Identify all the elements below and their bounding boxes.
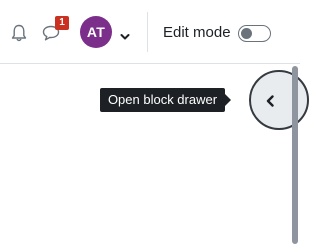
bell-icon[interactable] bbox=[10, 23, 28, 43]
page-scrollbar[interactable] bbox=[292, 66, 298, 244]
edit-mode-label: Edit mode bbox=[163, 24, 231, 41]
edit-mode-toggle[interactable] bbox=[238, 25, 271, 42]
chevron-left-icon bbox=[265, 94, 275, 107]
navbar-divider bbox=[147, 12, 148, 52]
chevron-down-icon[interactable] bbox=[120, 28, 130, 40]
open-block-drawer-tooltip: Open block drawer bbox=[100, 88, 225, 112]
top-navbar: 1 AT Edit mode bbox=[0, 0, 300, 64]
tooltip-arrow bbox=[225, 94, 231, 106]
unread-messages-badge: 1 bbox=[55, 16, 69, 30]
open-block-drawer-button[interactable] bbox=[249, 70, 309, 130]
user-avatar[interactable]: AT bbox=[80, 16, 112, 48]
toggle-knob bbox=[241, 28, 252, 39]
